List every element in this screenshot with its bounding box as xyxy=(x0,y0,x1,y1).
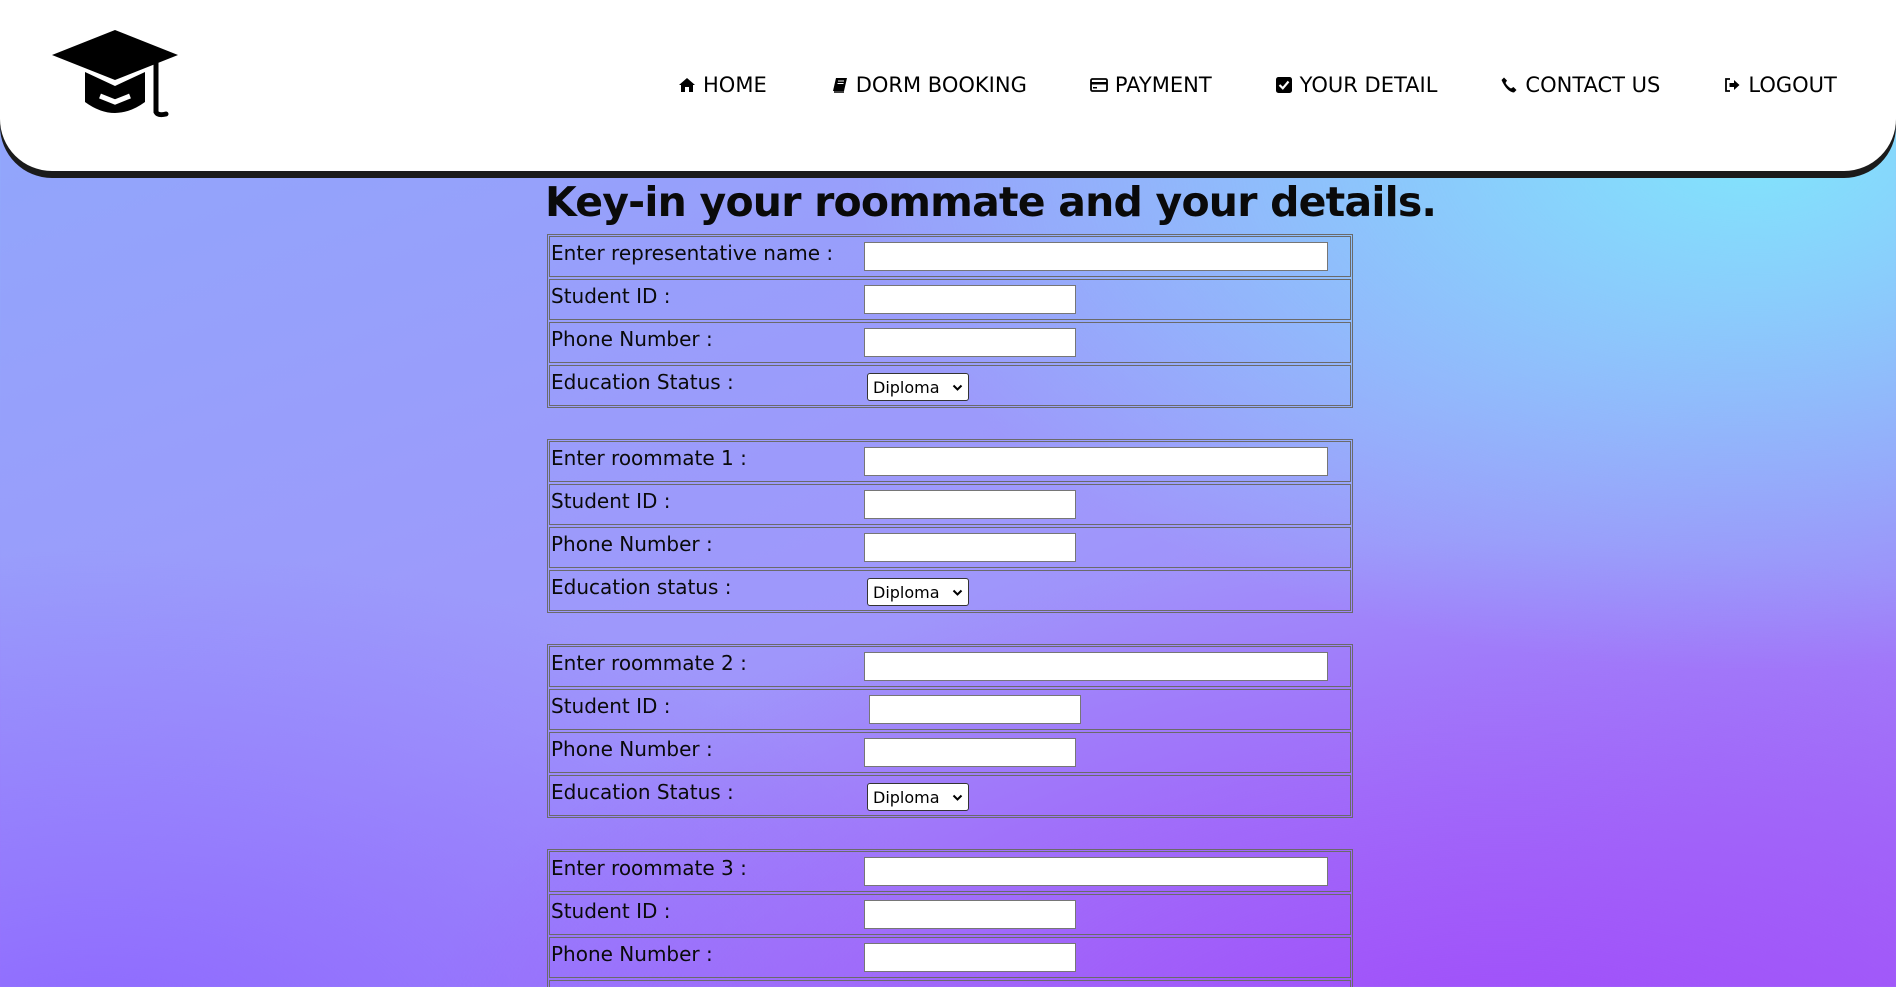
form-row: Phone Number : xyxy=(549,322,1351,363)
representative-form: Enter representative name : Student ID :… xyxy=(547,234,1353,408)
graduation-cap-icon[interactable] xyxy=(52,30,178,126)
book-icon xyxy=(831,76,849,94)
roommate-2-name-input[interactable] xyxy=(864,652,1328,681)
form-row: Enter roommate 1 : xyxy=(549,441,1351,482)
page-title: Key-in your roommate and your details. xyxy=(545,178,1437,226)
main-nav: HOME DORM BOOKING PAYMENT YOUR DETAIL CO… xyxy=(678,70,1837,100)
field-label: Phone Number : xyxy=(551,532,713,556)
roommate-1-form: Enter roommate 1 : Student ID : Phone Nu… xyxy=(547,439,1353,613)
nav-home-label: HOME xyxy=(703,73,767,97)
roommate-2-education-status-select[interactable]: Diploma xyxy=(867,783,969,811)
roommate-1-phone-input[interactable] xyxy=(864,533,1076,562)
form-row: Education status : Diploma xyxy=(549,570,1351,611)
sign-out-icon xyxy=(1723,76,1741,94)
form-row: Enter roommate 2 : xyxy=(549,646,1351,687)
nav-logout[interactable]: LOGOUT xyxy=(1723,73,1837,97)
nav-payment-label: PAYMENT xyxy=(1114,73,1212,97)
chevron-down-icon xyxy=(952,589,963,596)
representative-student-id-input[interactable] xyxy=(864,285,1076,314)
representative-education-status-select[interactable]: Diploma xyxy=(867,373,969,401)
roommate-1-student-id-input[interactable] xyxy=(864,490,1076,519)
nav-dorm-booking-label: DORM BOOKING xyxy=(855,73,1027,97)
field-label: Education Status : xyxy=(551,370,734,394)
field-label: Phone Number : xyxy=(551,737,713,761)
form-row: Phone Number : xyxy=(549,937,1351,978)
nav-contact-us-label: CONTACT US xyxy=(1525,73,1661,97)
form-row: Enter representative name : xyxy=(549,236,1351,277)
phone-icon xyxy=(1500,76,1518,94)
nav-home[interactable]: HOME xyxy=(678,73,767,97)
select-value: Diploma xyxy=(873,582,940,602)
nav-your-detail[interactable]: YOUR DETAIL xyxy=(1275,73,1438,97)
roommate-3-student-id-input[interactable] xyxy=(864,900,1076,929)
nav-dorm-booking[interactable]: DORM BOOKING xyxy=(831,73,1027,97)
form-row: Phone Number : xyxy=(549,527,1351,568)
field-label: Student ID : xyxy=(551,694,671,718)
field-label: Education Status : xyxy=(551,780,734,804)
roommate-3-name-input[interactable] xyxy=(864,857,1328,886)
roommate-3-phone-input[interactable] xyxy=(864,943,1076,972)
roommate-2-student-id-input[interactable] xyxy=(869,695,1081,724)
field-label: Student ID : xyxy=(551,899,671,923)
field-label: Enter roommate 2 : xyxy=(551,651,747,675)
roommate-1-education-status-select[interactable]: Diploma xyxy=(867,578,969,606)
check-square-icon xyxy=(1275,76,1293,94)
form-row: Student ID : xyxy=(549,484,1351,525)
roommate-2-form: Enter roommate 2 : Student ID : Phone Nu… xyxy=(547,644,1353,818)
nav-payment[interactable]: PAYMENT xyxy=(1089,73,1212,97)
field-label: Phone Number : xyxy=(551,327,713,351)
chevron-down-icon xyxy=(952,384,963,391)
field-label: Enter roommate 3 : xyxy=(551,856,747,880)
nav-contact-us[interactable]: CONTACT US xyxy=(1500,73,1660,97)
chevron-down-icon xyxy=(952,794,963,801)
field-label: Student ID : xyxy=(551,489,671,513)
form-row: Education Status : Diploma xyxy=(549,775,1351,816)
form-row: Student ID : xyxy=(549,689,1351,730)
field-label: Education status : xyxy=(551,575,732,599)
form-row: Education Status : Diploma xyxy=(549,365,1351,406)
credit-card-icon xyxy=(1089,76,1108,94)
field-label: Enter roommate 1 : xyxy=(551,446,747,470)
roommate-3-form: Enter roommate 3 : Student ID : Phone Nu… xyxy=(547,849,1353,987)
form-row: Student ID : xyxy=(549,894,1351,935)
field-label: Phone Number : xyxy=(551,942,713,966)
home-icon xyxy=(678,76,696,94)
form-row xyxy=(549,980,1351,987)
select-value: Diploma xyxy=(873,787,940,807)
nav-your-detail-label: YOUR DETAIL xyxy=(1299,73,1438,97)
roommate-2-phone-input[interactable] xyxy=(864,738,1076,767)
roommate-1-name-input[interactable] xyxy=(864,447,1328,476)
site-header: HOME DORM BOOKING PAYMENT YOUR DETAIL CO… xyxy=(0,0,1896,171)
nav-logout-label: LOGOUT xyxy=(1748,73,1837,97)
select-value: Diploma xyxy=(873,377,940,397)
representative-phone-input[interactable] xyxy=(864,328,1076,357)
form-row: Student ID : xyxy=(549,279,1351,320)
form-row: Phone Number : xyxy=(549,732,1351,773)
representative-name-input[interactable] xyxy=(864,242,1328,271)
form-row: Enter roommate 3 : xyxy=(549,851,1351,892)
field-label: Student ID : xyxy=(551,284,671,308)
field-label: Enter representative name : xyxy=(551,241,834,265)
